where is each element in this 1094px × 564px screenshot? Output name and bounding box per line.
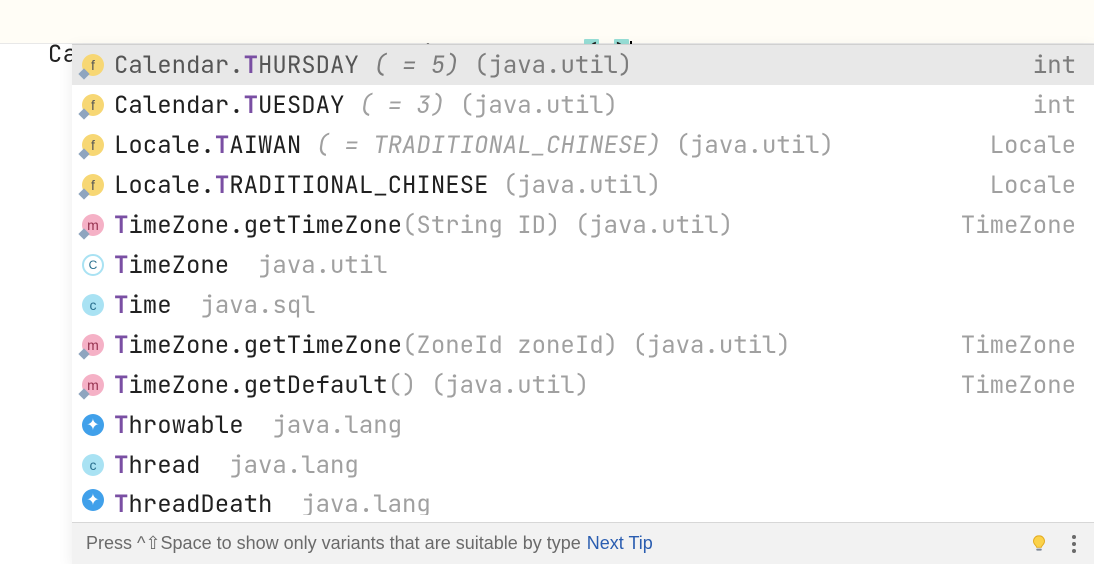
completion-item[interactable]: c Thread java.lang bbox=[72, 445, 1094, 485]
item-package: (java.util) bbox=[460, 50, 633, 81]
item-label: Locale.TAIWAN bbox=[114, 130, 301, 161]
class-icon: c bbox=[82, 294, 104, 316]
more-menu-icon[interactable] bbox=[1068, 533, 1080, 555]
item-label: Time bbox=[114, 290, 172, 321]
completion-item[interactable]: f Calendar.TUESDAY ( = 3) (java.util) int bbox=[72, 85, 1094, 125]
item-return-type: TimeZone bbox=[961, 330, 1076, 361]
method-icon: m bbox=[82, 214, 104, 236]
item-package: java.sql bbox=[200, 290, 315, 321]
next-tip-link[interactable]: Next Tip bbox=[587, 533, 653, 554]
completion-list[interactable]: f Calendar.THURSDAY ( = 5) (java.util) int… bbox=[72, 45, 1094, 522]
item-return-type: Locale bbox=[990, 170, 1076, 201]
field-icon: f bbox=[82, 134, 104, 156]
footer-hint: Press ^⇧Space to show only variants that… bbox=[86, 533, 581, 554]
item-return-type: TimeZone bbox=[961, 210, 1076, 241]
class-icon: C bbox=[82, 254, 104, 276]
item-return-type: int bbox=[1033, 50, 1076, 81]
completion-item[interactable]: fLocale.TAIWAN ( = TRADITIONAL_CHINESE) … bbox=[72, 125, 1094, 165]
item-label: Thread bbox=[114, 450, 200, 481]
item-package: (java.util) bbox=[488, 170, 661, 201]
item-package: java.util bbox=[258, 250, 388, 281]
item-label: Calendar.THURSDAY bbox=[114, 50, 359, 81]
item-detail: ( = 5) bbox=[359, 50, 460, 81]
completion-item[interactable]: f Calendar.THURSDAY ( = 5) (java.util) int bbox=[72, 45, 1094, 85]
item-package: (java.util) bbox=[661, 130, 834, 161]
exception-icon: ✦ bbox=[82, 414, 104, 436]
completion-item[interactable]: c Time java.sql bbox=[72, 285, 1094, 325]
editor-line[interactable]: Calendar now = new GregorianCalendar(T)～ bbox=[0, 0, 1094, 44]
item-detail: ( = 3) bbox=[344, 90, 445, 121]
item-return-type: Locale bbox=[990, 130, 1076, 161]
item-package: (java.util) bbox=[618, 330, 791, 361]
completion-item[interactable]: m TimeZone.getDefault() (java.util) TimeZo… bbox=[72, 365, 1094, 405]
completion-footer: Press ^⇧Space to show only variants that… bbox=[72, 522, 1094, 564]
item-label: Calendar.TUESDAY bbox=[114, 90, 344, 121]
completion-item[interactable]: m TimeZone.getTimeZone(ZoneId zoneId) (ja… bbox=[72, 325, 1094, 365]
item-signature: (String ID) bbox=[402, 210, 560, 241]
item-detail: ( = TRADITIONAL_CHINESE) bbox=[301, 130, 661, 161]
item-label: TimeZone.getDefault bbox=[114, 370, 388, 401]
item-signature: (ZoneId zoneId) bbox=[402, 330, 618, 361]
item-label: Locale.TRADITIONAL_CHINESE bbox=[114, 170, 488, 201]
completion-item[interactable]: C TimeZone java.util bbox=[72, 245, 1094, 285]
item-package: (java.util) bbox=[416, 370, 589, 401]
item-package: (java.util) bbox=[445, 90, 618, 121]
item-return-type: int bbox=[1033, 90, 1076, 121]
item-package: (java.util) bbox=[560, 210, 733, 241]
class-icon: c bbox=[82, 454, 104, 476]
field-icon: f bbox=[82, 94, 104, 116]
field-icon: f bbox=[82, 174, 104, 196]
item-package: java.lang bbox=[301, 489, 431, 515]
item-label: Throwable bbox=[114, 410, 244, 441]
completion-item[interactable]: m TimeZone.getTimeZone(String ID) (java.u… bbox=[72, 205, 1094, 245]
method-icon: m bbox=[82, 374, 104, 396]
completion-item[interactable]: ✦ ThreadDeath java.lang bbox=[72, 485, 1094, 515]
item-label: TimeZone.getTimeZone bbox=[114, 210, 402, 241]
exception-icon: ✦ bbox=[82, 489, 104, 511]
completion-item[interactable]: f Locale.TRADITIONAL_CHINESE (java.util) L… bbox=[72, 165, 1094, 205]
item-label: TimeZone.getTimeZone bbox=[114, 330, 402, 361]
intention-bulb-icon[interactable] bbox=[1028, 533, 1050, 555]
item-return-type: TimeZone bbox=[961, 370, 1076, 401]
item-signature: () bbox=[388, 370, 417, 401]
method-icon: m bbox=[82, 334, 104, 356]
item-package: java.lang bbox=[229, 450, 359, 481]
item-label: TimeZone bbox=[114, 250, 229, 281]
item-package: java.lang bbox=[272, 410, 402, 441]
item-label: ThreadDeath bbox=[114, 489, 272, 515]
completion-popup: f Calendar.THURSDAY ( = 5) (java.util) int… bbox=[72, 44, 1094, 564]
field-icon: f bbox=[82, 54, 104, 76]
completion-item[interactable]: ✦ Throwable java.lang bbox=[72, 405, 1094, 445]
